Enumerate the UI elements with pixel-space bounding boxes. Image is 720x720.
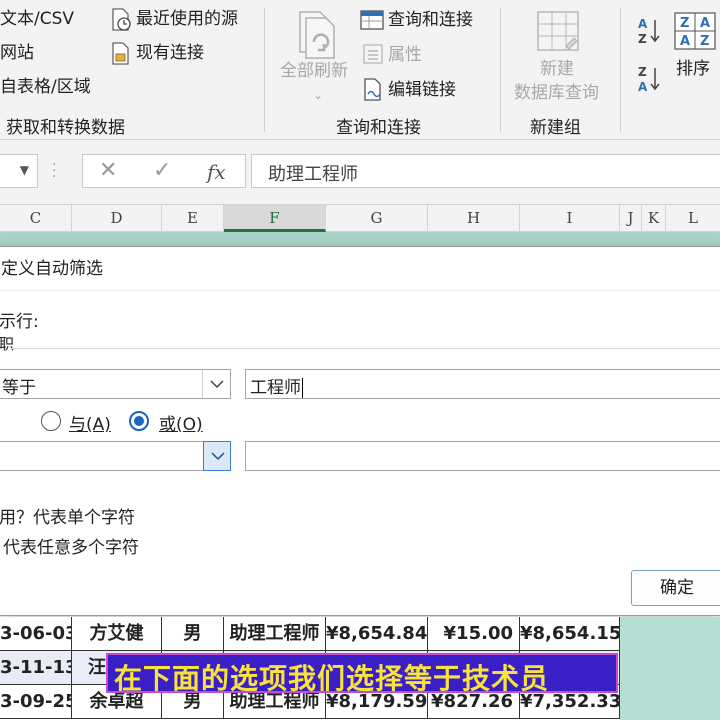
field-label: 职 bbox=[0, 335, 15, 353]
ribbon: 文本/CSV 网站 自表格/区域 最近使用的源 现有连接 获取和转换数据 全部刷… bbox=[0, 0, 720, 140]
column-header[interactable]: K bbox=[642, 205, 666, 232]
ribbon-separator bbox=[500, 8, 501, 132]
refresh-all-button[interactable]: 全部刷新 bbox=[280, 60, 348, 82]
hint-single-char: 用？代表单个字符 bbox=[0, 508, 135, 528]
column-header[interactable]: D bbox=[72, 205, 162, 232]
or-radio[interactable] bbox=[129, 411, 149, 431]
from-web-button[interactable]: 网站 bbox=[0, 42, 34, 64]
enter-formula-icon[interactable]: ✓ bbox=[153, 158, 171, 183]
operator-1-select[interactable]: 等于 bbox=[0, 369, 231, 399]
show-rows-label: 示行: bbox=[0, 312, 39, 332]
new-database-query-label-2[interactable]: 数据库查询 bbox=[514, 82, 599, 104]
formula-bar-grip-icon[interactable]: · · · bbox=[52, 158, 57, 184]
column-header[interactable]: E bbox=[162, 205, 224, 232]
column-header[interactable]: G bbox=[326, 205, 428, 232]
formula-input[interactable]: 助理工程师 bbox=[251, 154, 720, 188]
formula-buttons: ✕ ✓ fx bbox=[82, 154, 246, 188]
subtitle-text: 在下面的选项我们选择等于技术员 bbox=[114, 662, 550, 695]
column-header[interactable]: H bbox=[428, 205, 520, 232]
column-headers: C D E F G H I J K L bbox=[0, 204, 720, 232]
column-header[interactable]: I bbox=[520, 205, 620, 232]
svg-text:A: A bbox=[680, 34, 690, 49]
svg-text:Z: Z bbox=[638, 32, 647, 46]
group-label-queries: 查询和连接 bbox=[336, 118, 421, 138]
sort-button[interactable]: 排序 bbox=[676, 58, 710, 80]
from-text-csv-button[interactable]: 文本/CSV bbox=[0, 8, 74, 30]
from-table-range-button[interactable]: 自表格/区域 bbox=[0, 76, 91, 98]
cell-i[interactable]: ¥8,654.15 bbox=[520, 617, 620, 651]
chevron-down-icon bbox=[211, 452, 225, 461]
refresh-dropdown-chevron-icon[interactable]: ⌄ bbox=[313, 84, 323, 106]
value-1-text: 工程师 bbox=[250, 378, 301, 398]
existing-connections-button[interactable]: 现有连接 bbox=[136, 42, 204, 64]
cancel-formula-icon[interactable]: ✕ bbox=[99, 158, 117, 183]
column-header-selected[interactable]: F bbox=[224, 205, 326, 232]
operator-2-select[interactable] bbox=[0, 441, 231, 471]
cell-g[interactable]: ¥8,654.84 bbox=[326, 617, 428, 651]
cell-date[interactable]: 3-06-03 bbox=[0, 617, 72, 651]
operator-2-dropdown[interactable] bbox=[203, 441, 231, 471]
name-box[interactable]: ▼ bbox=[0, 154, 38, 188]
queries-connections-button[interactable]: 查询和连接 bbox=[388, 9, 473, 31]
edit-links-button[interactable]: 编辑链接 bbox=[388, 79, 456, 101]
recent-sources-button[interactable]: 最近使用的源 bbox=[136, 8, 238, 30]
sort-dialog-icon[interactable]: Z A A Z bbox=[674, 12, 716, 50]
ribbon-separator bbox=[264, 8, 265, 132]
properties-button[interactable]: 属性 bbox=[388, 44, 422, 66]
column-header[interactable]: C bbox=[0, 205, 72, 232]
svg-text:A: A bbox=[700, 16, 710, 31]
column-header[interactable]: J bbox=[620, 205, 642, 232]
cell-name[interactable]: 方艾健 bbox=[72, 617, 162, 651]
value-1-input[interactable]: 工程师 bbox=[245, 369, 720, 399]
cell-gender[interactable]: 男 bbox=[162, 617, 224, 651]
cell-date[interactable]: 3-11-13 bbox=[0, 651, 72, 685]
new-database-query-icon bbox=[537, 11, 579, 51]
or-label[interactable]: 或(O) bbox=[159, 410, 203, 435]
existing-connections-icon bbox=[112, 42, 129, 65]
cell-date[interactable]: 3-09-25 bbox=[0, 685, 72, 719]
refresh-all-icon bbox=[299, 11, 335, 59]
ok-button[interactable]: 确定 bbox=[631, 570, 720, 606]
column-header[interactable]: L bbox=[666, 205, 720, 232]
ribbon-separator bbox=[620, 8, 621, 132]
and-label[interactable]: 与(A) bbox=[69, 410, 111, 435]
value-2-input[interactable] bbox=[245, 441, 720, 471]
dialog-title: 定义自动筛选 bbox=[0, 247, 720, 291]
new-database-query-label-1[interactable]: 新建 bbox=[540, 58, 574, 80]
edit-links-icon bbox=[364, 78, 381, 101]
name-box-dropdown-icon[interactable]: ▼ bbox=[20, 163, 29, 177]
grid-background-strip bbox=[0, 232, 720, 246]
svg-text:A: A bbox=[638, 17, 648, 31]
formula-bar: ▼ · · · ✕ ✓ fx 助理工程师 bbox=[0, 140, 720, 204]
properties-icon bbox=[363, 44, 383, 64]
svg-text:Z: Z bbox=[680, 16, 689, 31]
cell-h[interactable]: ¥15.00 bbox=[428, 617, 520, 651]
table-row: 3-06-03 方艾健 男 助理工程师 ¥8,654.84 ¥15.00 ¥8,… bbox=[0, 617, 620, 651]
svg-text:Z: Z bbox=[700, 34, 709, 49]
svg-text:A: A bbox=[638, 80, 648, 94]
text-caret bbox=[302, 378, 303, 398]
cell-title[interactable]: 助理工程师 bbox=[224, 617, 326, 651]
group-label-new: 新建组 bbox=[530, 118, 581, 138]
video-subtitle: 在下面的选项我们选择等于技术员 bbox=[106, 653, 618, 695]
grid-background-right bbox=[620, 617, 720, 720]
recent-sources-icon bbox=[112, 8, 131, 31]
svg-text:Z: Z bbox=[638, 65, 647, 79]
queries-connections-icon bbox=[360, 10, 384, 30]
chevron-down-icon bbox=[210, 380, 224, 389]
custom-autofilter-dialog: 定义自动筛选 示行: 职 等于 工程师 与(A) 或(O) 用？代表单个字符 代… bbox=[0, 246, 720, 616]
group-label-get-transform: 获取和转换数据 bbox=[6, 118, 125, 138]
operator-1-dropdown[interactable] bbox=[202, 370, 230, 398]
hint-multi-char: 代表任意多个字符 bbox=[3, 538, 139, 558]
group-divider bbox=[11, 348, 720, 349]
insert-function-icon[interactable]: fx bbox=[207, 160, 226, 184]
and-radio[interactable] bbox=[41, 411, 61, 431]
sort-a-to-z-icon[interactable]: A Z bbox=[636, 16, 662, 46]
sort-z-to-a-icon[interactable]: Z A bbox=[636, 64, 662, 94]
operator-1-value: 等于 bbox=[2, 378, 36, 398]
